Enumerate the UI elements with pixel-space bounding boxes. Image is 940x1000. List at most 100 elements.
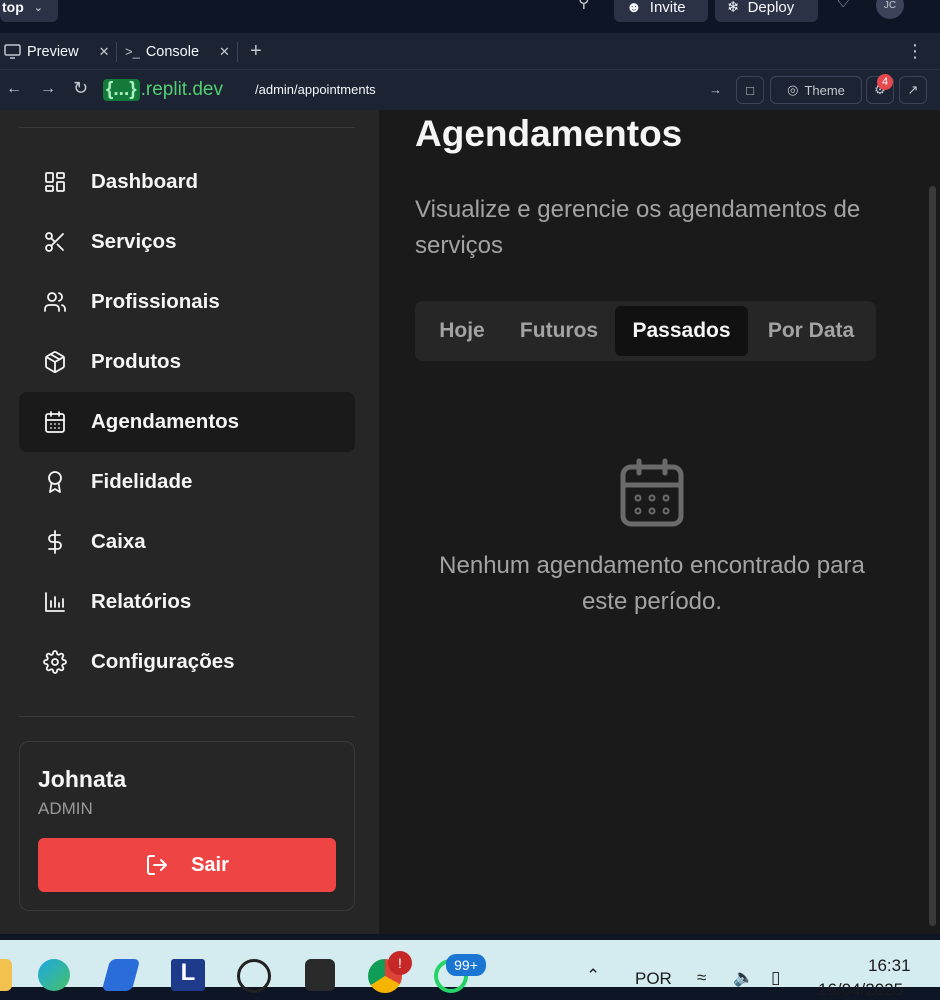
- scrollbar[interactable]: [925, 110, 940, 934]
- page-title: Agendamentos: [415, 113, 683, 154]
- domain-brace: {...}: [103, 79, 140, 101]
- open-new-tab-button[interactable]: ↗: [899, 76, 927, 104]
- user-card: Johnata ADMIN Sair: [19, 741, 355, 911]
- forward-arrow-icon[interactable]: →: [40, 80, 56, 98]
- clock-time[interactable]: 16:31: [868, 956, 911, 976]
- award-icon: [48, 471, 62, 493]
- user-plus-icon: ☻: [626, 0, 642, 16]
- url-path-input[interactable]: /admin/appointments: [255, 82, 376, 97]
- chatgpt-icon[interactable]: [237, 959, 271, 993]
- deploy-button[interactable]: ❄ Deploy: [715, 0, 818, 22]
- users-icon: [44, 292, 66, 312]
- sidebar-item-label: Profissionais: [91, 290, 220, 313]
- dev-domain[interactable]: {...} .replit.dev: [103, 78, 223, 102]
- layout-dashboard-icon: [45, 172, 65, 192]
- tab-label: Hoje: [439, 319, 485, 342]
- empty-state-message: Nenhum agendamento encontrado para este …: [439, 552, 865, 615]
- tab-preview[interactable]: Preview ✕: [4, 33, 109, 70]
- dollar-sign-icon: [48, 530, 62, 554]
- bar-chart-icon: [45, 592, 65, 612]
- sidebar-item-label: Agendamentos: [91, 410, 240, 433]
- sidebar-item-dashboard[interactable]: Dashboard: [19, 152, 355, 212]
- tab-hoje[interactable]: Hoje: [423, 306, 501, 356]
- more-vertical-icon[interactable]: ⋮: [906, 33, 924, 70]
- sidebar-item-configuracoes[interactable]: Configurações: [19, 632, 355, 692]
- go-arrow-icon[interactable]: →: [709, 82, 722, 97]
- logout-label: Sair: [191, 853, 229, 876]
- tab-divider: [116, 42, 117, 62]
- scrollbar-thumb[interactable]: [929, 186, 936, 926]
- main-content: Agendamentos Visualize e gerencie os age…: [379, 110, 925, 934]
- terminal-icon: >_: [125, 44, 140, 59]
- preview-url-bar: ← → ↻ {...} .replit.dev /admin/appointme…: [0, 70, 940, 110]
- tab-label: Futuros: [519, 319, 599, 342]
- monitor-icon: [4, 44, 21, 59]
- close-icon[interactable]: ✕: [99, 44, 110, 60]
- new-tab-plus-icon[interactable]: +: [250, 33, 262, 70]
- chrome-badge: !: [388, 951, 412, 975]
- deploy-icon: ❄: [727, 0, 740, 16]
- volume-icon[interactable]: 🔈: [733, 968, 754, 988]
- sidebar-item-servicos[interactable]: Serviços: [19, 212, 355, 272]
- user-role: ADMIN: [38, 799, 93, 818]
- avatar[interactable]: JC: [876, 0, 904, 19]
- file-explorer-icon[interactable]: [0, 959, 12, 991]
- avatar-initials: JC: [883, 0, 897, 11]
- user-name: Johnata: [38, 766, 127, 792]
- package-icon: [45, 351, 65, 373]
- language-indicator[interactable]: POR: [635, 969, 672, 989]
- tab-passados[interactable]: Passados: [615, 306, 748, 356]
- tab-console[interactable]: >_ Console ✕: [125, 33, 230, 70]
- workspace-switcher[interactable]: top ⌄: [0, 0, 58, 22]
- invite-button[interactable]: ☻ Invite: [614, 0, 708, 22]
- sidebar-item-caixa[interactable]: Caixa: [19, 512, 355, 572]
- scissors-icon: [45, 232, 64, 252]
- tab-preview-label: Preview: [27, 43, 79, 60]
- pane-tabs: Preview ✕ >_ Console ✕ + ⋮: [0, 33, 940, 70]
- deploy-label: Deploy: [747, 0, 795, 16]
- search-icon[interactable]: ⚲: [578, 0, 590, 12]
- sidebar-item-fidelidade[interactable]: Fidelidade: [19, 452, 355, 512]
- refresh-icon[interactable]: ↻: [73, 78, 88, 99]
- sidebar-item-label: Produtos: [91, 350, 181, 373]
- sidebar-item-profissionais[interactable]: Profissionais: [19, 272, 355, 332]
- sidebar-item-produtos[interactable]: Produtos: [19, 332, 355, 392]
- edge-browser-icon[interactable]: [38, 959, 70, 991]
- wifi-icon[interactable]: ≈: [697, 968, 706, 988]
- log-out-icon: [147, 855, 168, 875]
- sidebar-item-label: Serviços: [91, 230, 177, 253]
- tab-futuros[interactable]: Futuros: [509, 306, 609, 356]
- powershell-icon[interactable]: [101, 959, 141, 991]
- app-l-icon[interactable]: L: [171, 959, 205, 991]
- settings-icon: [43, 650, 67, 674]
- tab-por-data[interactable]: Por Data: [754, 306, 868, 356]
- back-arrow-icon[interactable]: ←: [6, 80, 22, 98]
- close-icon[interactable]: ✕: [219, 44, 230, 60]
- battery-icon[interactable]: ▯: [771, 968, 780, 988]
- sidebar: Dashboard Serviços Profissionais Produto…: [0, 110, 379, 934]
- calendar-icon: [45, 411, 65, 433]
- sidebar-item-agendamentos[interactable]: Agendamentos: [19, 392, 355, 452]
- external-link-icon: ↗: [907, 82, 919, 97]
- whatsapp-badge: 99+: [446, 954, 486, 976]
- logout-button[interactable]: Sair: [38, 838, 336, 892]
- chevron-up-icon[interactable]: ⌃: [586, 966, 600, 986]
- notification-badge: 4: [877, 74, 893, 90]
- bell-icon[interactable]: ♡: [836, 0, 850, 12]
- cube-app-icon[interactable]: [305, 959, 335, 991]
- sidebar-item-relatorios[interactable]: Relatórios: [19, 572, 355, 632]
- device-toggle-button[interactable]: □: [736, 76, 764, 104]
- palette-icon: ◎: [787, 82, 799, 97]
- tab-divider: [237, 42, 238, 62]
- clock-date[interactable]: 16/04/2025: [818, 980, 903, 1000]
- tab-label: Por Data: [767, 319, 855, 342]
- divider: [19, 716, 355, 717]
- tab-console-label: Console: [145, 43, 200, 60]
- theme-label: Theme: [804, 82, 845, 98]
- appointments-tabs: Hoje Futuros Passados Por Data: [415, 301, 876, 361]
- replit-top-bar: top ⌄ ⚲ ☻ Invite ❄ Deploy ♡ JC: [0, 0, 940, 33]
- windows-taskbar: L ! 99+ ⌃ POR ≈ 🔈 ▯ 16:31 16/04/2025: [0, 940, 940, 999]
- sidebar-item-label: Caixa: [91, 530, 146, 553]
- invite-label: Invite: [649, 0, 686, 16]
- theme-button[interactable]: ◎ Theme: [770, 76, 862, 104]
